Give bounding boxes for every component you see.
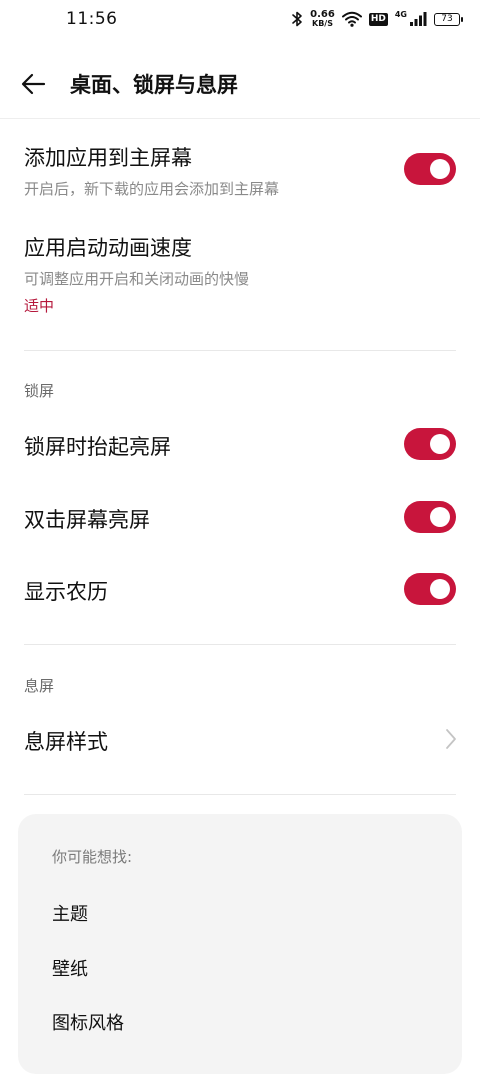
battery-icon: 73 xyxy=(434,12,463,26)
status-icons: 0.66 KB/S HD 4G 73 xyxy=(291,7,463,31)
anim-speed-value: 适中 xyxy=(24,297,55,315)
chevron-right-icon xyxy=(446,729,456,749)
lunar-calendar-toggle[interactable] xyxy=(404,573,456,605)
section-divider xyxy=(24,794,456,795)
net-speed: 0.66 KB/S xyxy=(310,9,335,29)
suggestion-icon-style[interactable]: 图标风格 xyxy=(52,1009,124,1035)
add-to-home-toggle[interactable] xyxy=(404,153,456,185)
suggestion-theme[interactable]: 主题 xyxy=(52,900,88,926)
section-divider xyxy=(24,350,456,351)
app-bar: 桌面、锁屏与息屏 xyxy=(0,52,480,116)
wifi-icon xyxy=(341,11,362,27)
bluetooth-icon xyxy=(292,11,302,27)
net-speed-unit: KB/S xyxy=(312,19,333,28)
setting-subtitle: 可调整应用开启和关闭动画的快慢 xyxy=(24,270,250,288)
suggestion-wallpaper[interactable]: 壁纸 xyxy=(52,955,88,981)
net-speed-value: 0.66 xyxy=(310,9,335,20)
hd-badge: HD xyxy=(368,12,388,26)
setting-anim-speed[interactable]: 应用启动动画速度 可调整应用开启和关闭动画的快慢 适中 xyxy=(24,232,456,316)
setting-screen-off-style[interactable]: 息屏样式 xyxy=(24,726,456,756)
setting-title: 双击屏幕亮屏 xyxy=(24,508,150,532)
section-divider xyxy=(24,644,456,645)
setting-title: 锁屏时抬起亮屏 xyxy=(24,435,171,459)
back-arrow-icon[interactable] xyxy=(18,68,50,100)
setting-double-tap-wake[interactable]: 双击屏幕亮屏 xyxy=(24,504,456,534)
battery-level: 73 xyxy=(441,14,453,24)
header-divider xyxy=(0,118,480,119)
setting-subtitle: 开启后，新下载的应用会添加到主屏幕 xyxy=(24,180,280,198)
status-time: 11:56 xyxy=(66,9,118,29)
setting-title: 息屏样式 xyxy=(24,730,108,754)
setting-add-to-home[interactable]: 添加应用到主屏幕 开启后，新下载的应用会添加到主屏幕 xyxy=(24,142,456,199)
setting-title: 添加应用到主屏幕 xyxy=(24,146,192,170)
setting-raise-to-wake[interactable]: 锁屏时抬起亮屏 xyxy=(24,431,456,461)
section-title-screen-off: 息屏 xyxy=(24,677,55,695)
setting-lunar-calendar[interactable]: 显示农历 xyxy=(24,576,456,606)
network-type-label: 4G xyxy=(394,9,407,19)
status-bar: 11:56 0.66 KB/S HD 4G 73 xyxy=(0,0,480,40)
setting-title: 显示农历 xyxy=(24,580,108,604)
section-title-lock-screen: 锁屏 xyxy=(24,382,55,400)
page-title: 桌面、锁屏与息屏 xyxy=(70,73,238,97)
suggestions-heading: 你可能想找: xyxy=(52,848,133,866)
raise-to-wake-toggle[interactable] xyxy=(404,428,456,460)
suggestions-card: 你可能想找: 主题 壁纸 图标风格 xyxy=(18,814,462,1074)
setting-title: 应用启动动画速度 xyxy=(24,236,192,260)
signal-icon xyxy=(410,12,427,26)
double-tap-wake-toggle[interactable] xyxy=(404,501,456,533)
